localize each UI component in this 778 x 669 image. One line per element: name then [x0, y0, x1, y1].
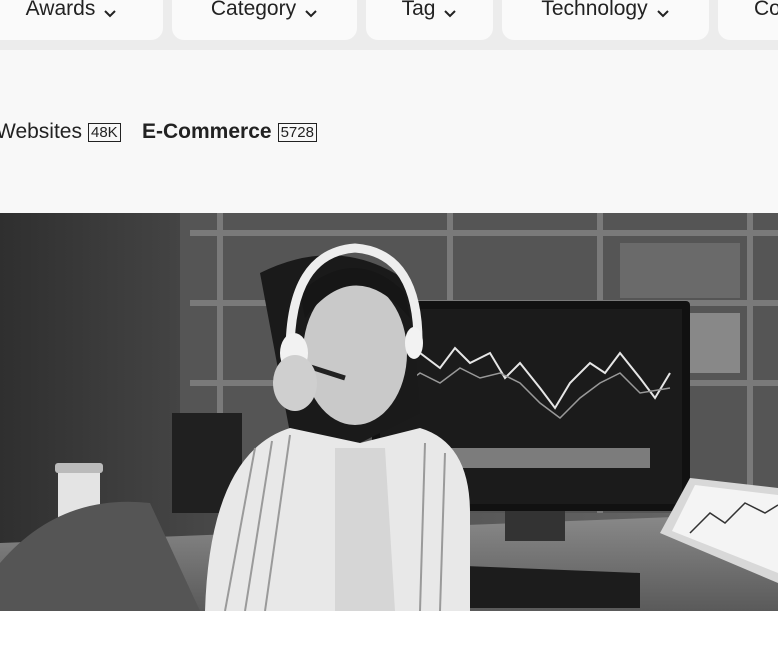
- chevron-down-icon: [656, 10, 669, 18]
- filter-bar-divider: [0, 44, 778, 50]
- filter-awards-label: Awards: [25, 0, 96, 20]
- breadcrumb-websites[interactable]: Websites 48K: [0, 116, 121, 148]
- chevron-down-icon: [104, 10, 117, 18]
- breadcrumb-ecommerce-count: 5728: [277, 122, 317, 142]
- filter-tag-label: Tag: [401, 0, 436, 20]
- hero-image[interactable]: [0, 213, 778, 611]
- filter-co-label: Co: [754, 0, 778, 20]
- filter-awards[interactable]: Awards: [0, 0, 163, 40]
- breadcrumb-websites-label: Websites: [0, 120, 82, 143]
- filter-category-label: Category: [210, 0, 297, 20]
- content-area: [0, 611, 778, 669]
- chevron-down-icon: [444, 10, 457, 18]
- filter-bar: Awards Category Tag Technology Co: [0, 0, 778, 44]
- breadcrumb-ecommerce[interactable]: E-Commerce 5728: [142, 116, 317, 148]
- hero-photo: [0, 213, 778, 611]
- chevron-down-icon: [305, 10, 317, 18]
- breadcrumb-ecommerce-label: E-Commerce: [142, 120, 272, 143]
- filter-co[interactable]: Co: [718, 0, 778, 40]
- filter-technology[interactable]: Technology: [502, 0, 709, 40]
- filter-tag[interactable]: Tag: [366, 0, 493, 40]
- breadcrumb-websites-count: 48K: [87, 122, 121, 142]
- filter-category[interactable]: Category: [172, 0, 357, 40]
- filter-technology-label: Technology: [541, 0, 648, 20]
